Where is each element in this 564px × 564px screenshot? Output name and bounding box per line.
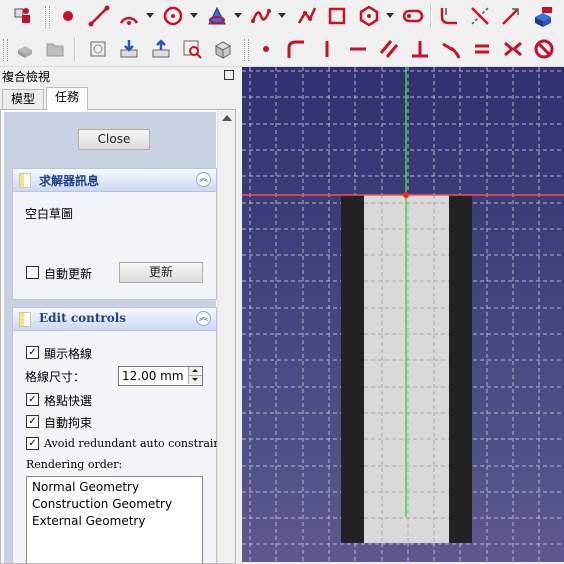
panel-tabs: 模型 任務 xyxy=(0,87,240,110)
combo-view-panel: 複合檢視 模型 任務 Close 求解器訊息 ︽ 空白草圖 自動更新 更新 Ed… xyxy=(0,67,240,564)
rendering-order-label: Rendering order: xyxy=(26,458,123,471)
spin-down-icon[interactable] xyxy=(188,376,202,384)
point-icon[interactable] xyxy=(55,3,81,29)
close-button[interactable]: Close xyxy=(78,129,150,150)
folder-icon[interactable] xyxy=(42,36,68,62)
polygon-icon[interactable] xyxy=(356,3,382,29)
show-grid-checkbox[interactable]: ✓ xyxy=(26,346,39,359)
sketcher-geometry-toolbar xyxy=(0,0,564,34)
viewport-canvas[interactable] xyxy=(242,67,564,562)
scroll-up-icon[interactable] xyxy=(222,115,232,121)
auto-update-checkbox[interactable] xyxy=(26,266,39,279)
show-grid-label: 顯示格線 xyxy=(44,347,93,361)
task-area: Close 求解器訊息 ︽ 空白草圖 自動更新 更新 Edit controls xyxy=(4,112,231,563)
mirror-icon[interactable] xyxy=(210,36,236,62)
bspline-icon[interactable] xyxy=(248,3,274,29)
merge-icon[interactable] xyxy=(179,36,205,62)
document-icon xyxy=(19,312,31,327)
polygon-dropdown-icon[interactable] xyxy=(386,13,394,18)
circle-icon[interactable] xyxy=(160,3,186,29)
collapse-icon[interactable]: ︽ xyxy=(196,172,211,187)
sketch-map-icon[interactable] xyxy=(85,36,111,62)
fillet-icon[interactable] xyxy=(436,3,462,29)
slot-icon[interactable] xyxy=(400,3,426,29)
origin-point[interactable] xyxy=(403,192,409,198)
constraint-symmetric-icon[interactable] xyxy=(500,36,526,62)
edit-controls-box: Edit controls ︽ ✓ 顯示格線 格線尺寸： 12.00 mm ✓ … xyxy=(12,307,231,563)
constraint-parallel-icon[interactable] xyxy=(376,36,402,62)
edit-controls-header[interactable]: Edit controls ︽ xyxy=(13,308,216,331)
bspline-dropdown-icon[interactable] xyxy=(278,13,286,18)
trim-icon[interactable] xyxy=(467,3,493,29)
solver-messages-title: 求解器訊息 xyxy=(39,174,100,188)
solver-messages-box: 求解器訊息 ︽ 空白草圖 自動更新 更新 xyxy=(12,168,217,300)
tab-model[interactable]: 模型 xyxy=(2,89,45,109)
constraint-vertical-icon[interactable] xyxy=(314,36,340,62)
constraint-coincident-icon[interactable] xyxy=(283,36,309,62)
arc-dropdown-icon[interactable] xyxy=(146,13,154,18)
solver-messages-header[interactable]: 求解器訊息 ︽ xyxy=(13,169,216,192)
circle-dropdown-icon[interactable] xyxy=(190,13,198,18)
vertical-scrollbar[interactable] xyxy=(217,110,235,563)
auto-constraints-label: 自動拘束 xyxy=(44,416,93,430)
validate-icon[interactable] xyxy=(148,36,174,62)
rectangle-icon[interactable] xyxy=(324,3,350,29)
grid-size-label: 格線尺寸： xyxy=(25,370,86,384)
auto-constraints-checkbox[interactable]: ✓ xyxy=(26,415,39,428)
sketcher-view-icon[interactable] xyxy=(10,3,36,29)
part-icon[interactable] xyxy=(12,36,38,62)
list-item[interactable]: External Geometry xyxy=(32,514,145,528)
grid-size-value: 12.00 mm xyxy=(122,369,184,383)
constraint-perpendicular-icon[interactable] xyxy=(407,36,433,62)
line-icon[interactable] xyxy=(86,3,112,29)
task-content: Close 求解器訊息 ︽ 空白草圖 自動更新 更新 Edit controls xyxy=(0,109,236,564)
grid-snap-label: 格點快選 xyxy=(44,394,93,408)
document-icon xyxy=(19,173,31,188)
spin-up-icon[interactable] xyxy=(188,367,202,376)
sketcher-constraints-toolbar xyxy=(0,33,564,67)
list-item[interactable]: Construction Geometry xyxy=(32,497,172,511)
external-geometry-icon[interactable] xyxy=(530,3,556,29)
avoid-redundant-checkbox[interactable]: ✓ xyxy=(26,437,39,450)
edit-controls-title: Edit controls xyxy=(39,311,127,325)
conic-icon[interactable] xyxy=(204,3,230,29)
constraint-point-icon[interactable] xyxy=(253,36,279,62)
conic-dropdown-icon[interactable] xyxy=(234,13,242,18)
rendering-order-list[interactable]: Normal Geometry Construction Geometry Ex… xyxy=(26,476,203,563)
update-button[interactable]: 更新 xyxy=(119,262,203,283)
arc-icon[interactable] xyxy=(116,3,142,29)
constraint-horizontal-icon[interactable] xyxy=(345,36,371,62)
sketch-viewport[interactable] xyxy=(242,67,564,562)
constraint-block-icon[interactable] xyxy=(531,36,557,62)
reorient-icon[interactable] xyxy=(116,36,142,62)
constraint-tangent-icon[interactable] xyxy=(438,36,464,62)
grid-snap-checkbox[interactable]: ✓ xyxy=(26,393,39,406)
extend-icon[interactable] xyxy=(498,3,524,29)
list-item[interactable]: Normal Geometry xyxy=(32,480,139,494)
tab-tasks[interactable]: 任務 xyxy=(46,87,89,110)
polyline-icon[interactable] xyxy=(294,3,320,29)
solver-status: 空白草圖 xyxy=(25,207,74,221)
panel-title: 複合檢視 xyxy=(2,70,51,84)
grid-size-spinbox[interactable]: 12.00 mm xyxy=(118,366,203,386)
avoid-redundant-label: Avoid redundant auto constraints xyxy=(44,437,231,450)
panel-float-button[interactable] xyxy=(224,70,234,80)
collapse-icon[interactable]: ︽ xyxy=(196,311,211,326)
auto-update-label: 自動更新 xyxy=(44,267,93,281)
constraint-equal-icon[interactable] xyxy=(469,36,495,62)
